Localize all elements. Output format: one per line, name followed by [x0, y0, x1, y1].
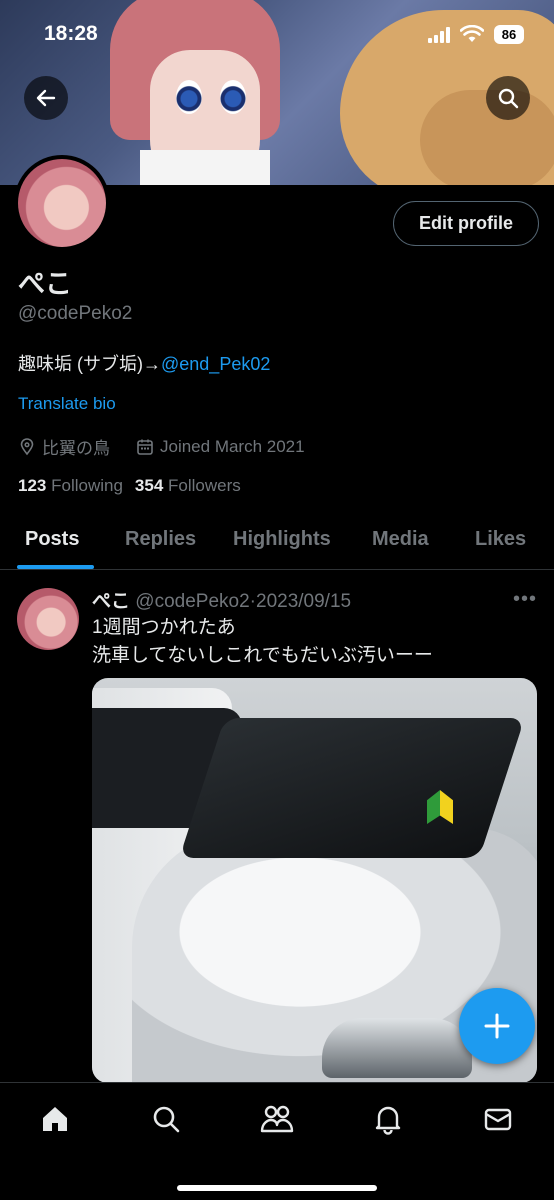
- search-icon: [498, 88, 519, 109]
- plus-icon: [484, 1013, 510, 1039]
- search-button[interactable]: [486, 76, 530, 120]
- banner-character-shirt: [140, 150, 270, 185]
- tab-highlights[interactable]: Highlights: [233, 528, 331, 551]
- tab-media[interactable]: Media: [372, 528, 429, 551]
- post-author-name[interactable]: ぺこ: [92, 591, 130, 612]
- back-button[interactable]: [24, 76, 68, 120]
- banner-character-eye: [176, 80, 202, 114]
- profile-avatar[interactable]: [14, 155, 110, 251]
- bio-mention-link[interactable]: @end_Pek02: [161, 354, 270, 374]
- home-indicator: [177, 1185, 377, 1191]
- cellular-signal-icon: [428, 27, 450, 43]
- profile-handle: @codePeko2: [18, 303, 133, 324]
- battery-indicator: 86: [494, 25, 524, 44]
- tab-likes[interactable]: Likes: [475, 528, 526, 551]
- follow-stats: 123 Following 354 Followers: [18, 476, 241, 496]
- nav-explore[interactable]: [146, 1099, 186, 1139]
- followers-count: 354: [134, 476, 164, 495]
- status-bar: 18:28 86: [0, 0, 554, 70]
- photo-car-headlight: [322, 1018, 472, 1078]
- profile-name: ぺこ: [18, 269, 72, 299]
- followers-label: Followers: [168, 476, 241, 495]
- profile-bio: 趣味垢 (サブ垢)→@end_Pek02: [18, 350, 270, 376]
- following-count: 123: [18, 476, 47, 495]
- home-icon: [43, 1107, 67, 1131]
- post-author-handle[interactable]: @codePeko2: [135, 591, 249, 612]
- messages-mail-icon: [484, 1108, 512, 1131]
- communities-icon: [260, 1105, 294, 1133]
- profile-joined-date: Joined March 2021: [160, 436, 305, 456]
- post-text-line: 洗車してないしこれでもだいぶ汚いーー: [92, 645, 433, 666]
- post-header: ぺこ @codePeko2·2023/09/15: [92, 586, 351, 613]
- nav-messages[interactable]: [478, 1099, 518, 1139]
- following-label: Following: [51, 476, 123, 495]
- nav-communities[interactable]: [257, 1099, 297, 1139]
- explore-search-icon: [153, 1106, 180, 1133]
- bio-text: 趣味垢 (サブ垢)→: [18, 354, 161, 374]
- profile-tabs: Posts Replies Highlights Media Likes: [0, 512, 554, 570]
- post-more-options-icon[interactable]: •••: [513, 588, 537, 611]
- post-avatar[interactable]: [17, 588, 79, 650]
- tab-replies[interactable]: Replies: [125, 528, 196, 551]
- edit-profile-button[interactable]: Edit profile: [393, 201, 539, 246]
- post-text-line: 1週間つかれたあ: [92, 617, 236, 638]
- nav-home[interactable]: [35, 1099, 75, 1139]
- post-date[interactable]: 2023/09/15: [256, 591, 351, 612]
- tab-posts[interactable]: Posts: [25, 528, 79, 551]
- followers-link[interactable]: 354 Followers: [135, 476, 241, 495]
- wifi-icon: [460, 25, 484, 42]
- status-time: 18:28: [44, 22, 98, 45]
- following-link[interactable]: 123 Following: [18, 476, 123, 495]
- post-text: 1週間つかれたあ 洗車してないしこれでもだいぶ汚いーー: [92, 614, 433, 670]
- calendar-icon: [137, 439, 153, 455]
- profile-location: 比翼の鳥: [42, 439, 110, 458]
- notifications-bell-icon: [375, 1106, 401, 1135]
- banner-character-eye: [220, 80, 246, 114]
- photo-car-windshield: [179, 718, 525, 858]
- back-arrow-icon: [36, 89, 56, 107]
- profile-meta: 比翼の鳥 Joined March 2021: [18, 434, 305, 459]
- translate-bio-link[interactable]: Translate bio: [18, 394, 116, 414]
- compose-post-button[interactable]: [459, 988, 535, 1064]
- active-tab-indicator: [17, 565, 94, 569]
- nav-notifications[interactable]: [368, 1099, 408, 1139]
- avatar-image: [18, 159, 106, 247]
- location-pin-icon: [20, 437, 34, 455]
- bottom-navigation: [0, 1082, 554, 1200]
